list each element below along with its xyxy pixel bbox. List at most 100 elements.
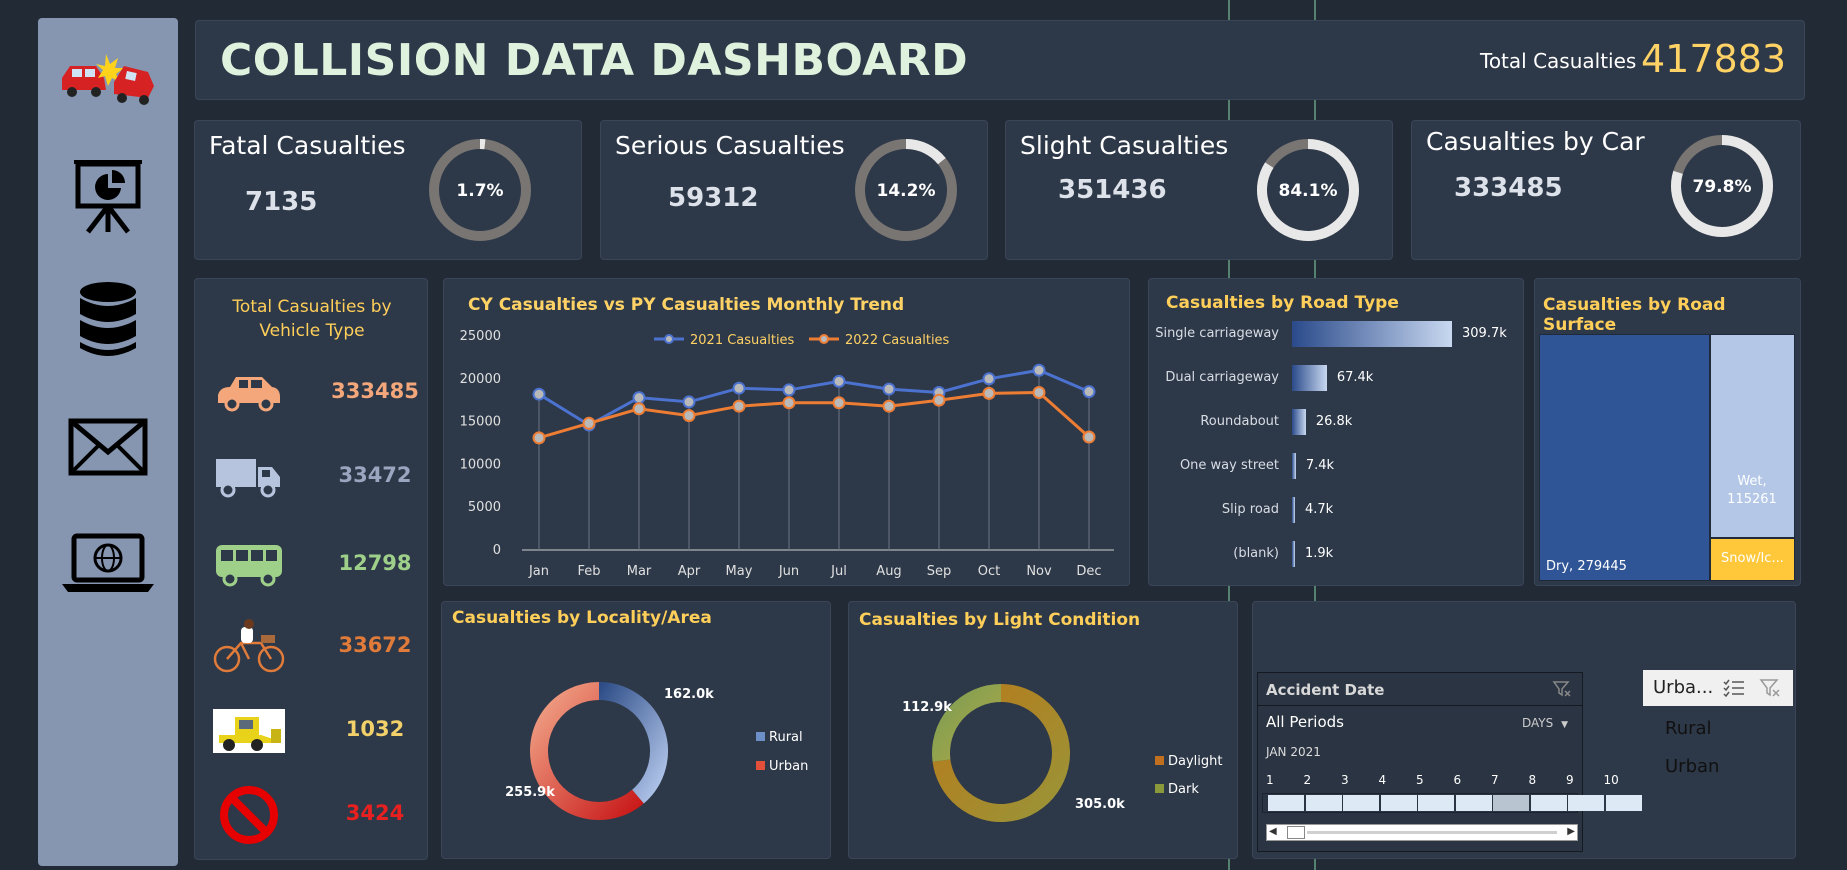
area-slicer-header: Urba... — [1643, 670, 1793, 706]
vehicle-value: 12798 — [338, 551, 412, 575]
ring-fill — [905, 139, 946, 165]
page-title: COLLISION DATA DASHBOARD — [220, 35, 969, 86]
area-option-rural[interactable]: Rural — [1665, 718, 1712, 739]
data-point — [632, 391, 646, 405]
kpi-ring: 79.8% — [1671, 135, 1773, 237]
slice-label: 305.0k — [1075, 797, 1125, 812]
scroll-left-icon[interactable]: ◀ — [1269, 826, 1277, 837]
day-cell[interactable] — [1268, 795, 1304, 811]
road-type-label: (blank) — [1233, 546, 1279, 561]
vehicle-value: 33672 — [338, 633, 412, 657]
x-tick-label: May — [726, 564, 753, 579]
day-cell[interactable] — [1418, 795, 1454, 811]
kpi-label: Slight Casualties — [1020, 131, 1229, 160]
header-panel: COLLISION DATA DASHBOARD Total Casualtie… — [195, 20, 1805, 100]
data-point — [882, 399, 896, 413]
chevron-down-icon: ▼ — [1561, 720, 1568, 730]
treemap-label: Wet, 115261 — [1727, 474, 1777, 507]
vehicle-row-truck: 33472 — [195, 447, 429, 517]
day-cell[interactable] — [1380, 795, 1417, 811]
multi-select-icon[interactable] — [1723, 679, 1745, 697]
x-tick-label: Feb — [577, 564, 600, 579]
slicer-title: Accident Date — [1266, 681, 1385, 699]
bus-icon — [213, 535, 285, 595]
x-tick-label: Nov — [1026, 564, 1052, 579]
area-slicer[interactable]: Urba... Rural Urban — [1643, 670, 1793, 850]
y-tick-label: 25000 — [460, 329, 501, 344]
clear-filter-icon[interactable] — [1759, 678, 1781, 698]
legend-swatch — [1155, 756, 1164, 765]
legend-label: 2022 Casualties — [845, 333, 950, 348]
kpi-value: 7135 — [245, 187, 318, 217]
day-cell[interactable] — [1305, 795, 1342, 811]
area-option-urban[interactable]: Urban — [1665, 756, 1719, 777]
x-tick-label: Apr — [678, 564, 701, 579]
mail-icon[interactable] — [38, 418, 178, 476]
road-type-value: 309.7k — [1462, 326, 1507, 341]
kpi-ring: 14.2% — [855, 139, 957, 241]
total-casualties-label: Total Casualties — [1480, 49, 1637, 73]
presentation-icon[interactable] — [38, 156, 178, 236]
day-label: 10 — [1603, 773, 1619, 787]
series-line — [538, 368, 1090, 427]
series-line — [538, 390, 1090, 440]
x-tick-label: Sep — [927, 564, 952, 579]
x-tick-label: Jan — [528, 564, 549, 579]
y-tick-label: 5000 — [468, 500, 501, 515]
day-cell[interactable] — [1343, 795, 1379, 811]
day-cell[interactable] — [1605, 795, 1642, 811]
day-cell[interactable] — [1493, 795, 1529, 811]
monthly-trend-chart: 0 5000 10000 15000 20000 25000 Jan Feb Mar Apr May… — [460, 329, 1114, 579]
data-point — [882, 382, 896, 396]
kpi-label: Fatal Casualties — [209, 131, 406, 160]
data-point — [782, 383, 796, 397]
scroll-right-icon[interactable]: ▶ — [1567, 826, 1575, 837]
y-tick-label: 15000 — [460, 415, 501, 430]
light-donut: 305.0k Daylight 112.9k Dark — [902, 684, 1222, 822]
kpi-value: 59312 — [668, 183, 759, 213]
clear-filter-icon[interactable] — [1552, 680, 1572, 698]
data-point — [832, 374, 846, 388]
data-point — [582, 416, 596, 430]
legend-label: Urban — [769, 759, 808, 774]
data-point — [1032, 385, 1046, 399]
legend-label: 2021 Casualties — [690, 333, 795, 348]
collision-cars-icon[interactable] — [38, 46, 178, 106]
road-type-value: 4.7k — [1305, 502, 1334, 517]
road-type-label: One way street — [1179, 458, 1279, 473]
legend-marker — [819, 334, 829, 344]
data-point — [682, 395, 696, 409]
road-type-value: 1.9k — [1305, 546, 1334, 561]
road-type-bar — [1292, 409, 1306, 435]
kpi-ring: 1.7% — [429, 139, 531, 241]
day-label: 1 — [1266, 773, 1274, 787]
database-icon[interactable] — [38, 280, 178, 360]
timeline-scrollbar[interactable]: ◀ ▶ — [1266, 824, 1578, 841]
month-label: JAN 2021 — [1266, 745, 1321, 759]
ring-percent: 1.7% — [456, 181, 503, 201]
data-point — [782, 396, 796, 410]
kpi-label: Serious Casualties — [615, 131, 845, 160]
data-point — [532, 431, 546, 445]
data-point — [1082, 430, 1096, 444]
period-unit-dropdown[interactable]: DAYS ▼ — [1522, 716, 1568, 730]
legend-marker — [664, 334, 674, 344]
tractor-icon — [213, 701, 285, 761]
vehicle-value: 33472 — [338, 463, 412, 487]
bicycle-icon — [213, 617, 285, 677]
day-cell[interactable] — [1568, 795, 1604, 811]
legend-swatch — [756, 732, 765, 741]
laptop-globe-icon[interactable] — [38, 532, 178, 594]
vehicle-type-title: Total Casualties by Vehicle Type — [232, 297, 392, 341]
kpi-value: 333485 — [1454, 173, 1563, 203]
ring-percent: 84.1% — [1279, 181, 1338, 201]
vehicle-value: 1032 — [345, 717, 405, 741]
accident-date-slicer[interactable]: Accident Date All Periods DAYS ▼ JAN 202… — [1257, 672, 1642, 852]
truck-icon — [213, 447, 285, 507]
data-point — [732, 399, 746, 413]
day-label: 7 — [1491, 773, 1499, 787]
scroll-thumb[interactable] — [1287, 826, 1305, 839]
day-label: 5 — [1416, 773, 1424, 787]
day-cell[interactable] — [1530, 795, 1567, 811]
day-cell[interactable] — [1455, 795, 1492, 811]
